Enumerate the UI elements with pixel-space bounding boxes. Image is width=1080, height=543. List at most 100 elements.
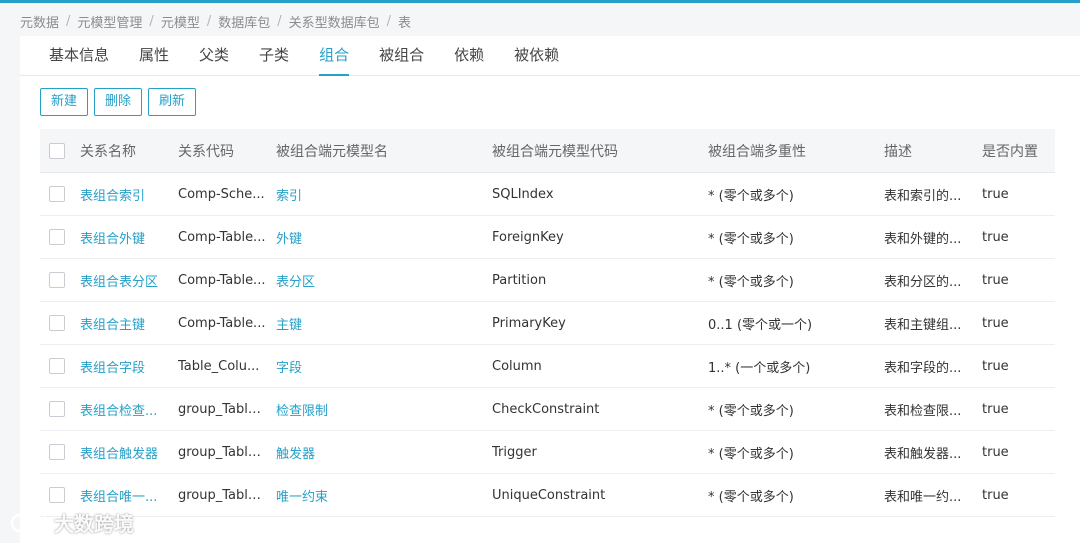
- cell-relation-name[interactable]: 表组合索引: [80, 185, 178, 204]
- cell-target-model-name[interactable]: 唯一约束: [276, 486, 492, 505]
- cell-relation-name[interactable]: 表组合主键: [80, 314, 178, 333]
- cell-relation-code: Comp-Table...: [178, 272, 266, 288]
- content-panel: 基本信息 属性 父类 子类 组合 被组合 依赖 被依赖 新建 删除 刷新 关系名…: [20, 36, 1080, 543]
- table-row[interactable]: 表组合检查... group_Table... 检查限制 CheckConstrain…: [40, 388, 1055, 431]
- cell-built-in: true: [982, 487, 1009, 503]
- row-checkbox[interactable]: [49, 444, 65, 460]
- cell-relation-name[interactable]: 表组合表分区: [80, 271, 178, 290]
- header-relation-code: 关系代码: [178, 143, 234, 160]
- row-checkbox[interactable]: [49, 315, 65, 331]
- tab-attributes[interactable]: 属性: [124, 35, 184, 75]
- cell-description: 表和检查限...: [884, 403, 962, 419]
- header-target-model-code: 被组合端元模型代码: [492, 143, 618, 160]
- row-checkbox[interactable]: [49, 487, 65, 503]
- table-row[interactable]: 表组合字段 Table_Colu... 字段 Column 1..* (一个或多个) 表和…: [40, 345, 1055, 388]
- row-checkbox-cell: [40, 315, 80, 331]
- cell-target-model-name[interactable]: 外键: [276, 228, 492, 247]
- watermark-text: 大数跨境: [54, 511, 134, 536]
- cell-multiplicity: * (零个或多个): [708, 489, 794, 505]
- header-multiplicity: 被组合端多重性: [708, 143, 806, 160]
- row-checkbox[interactable]: [49, 272, 65, 288]
- cell-multiplicity: * (零个或多个): [708, 403, 794, 419]
- breadcrumb: 元数据 / 元模型管理 / 元模型 / 数据库包 / 关系型数据库包 / 表: [20, 11, 411, 31]
- toolbar: 新建 删除 刷新: [40, 88, 197, 116]
- cell-multiplicity: * (零个或多个): [708, 188, 794, 204]
- row-checkbox-cell: [40, 358, 80, 374]
- row-checkbox[interactable]: [49, 358, 65, 374]
- table-header-row: 关系名称 关系代码 被组合端元模型名 被组合端元模型代码 被组合端多重性 描述 …: [40, 129, 1055, 173]
- cell-relation-name[interactable]: 表组合触发器: [80, 443, 178, 462]
- breadcrumb-separator: /: [66, 13, 71, 29]
- cell-target-model-name[interactable]: 字段: [276, 357, 492, 376]
- cell-multiplicity: 1..* (一个或多个): [708, 360, 811, 376]
- cell-description: 表和主键组...: [884, 317, 962, 333]
- table-row[interactable]: 表组合表分区 Comp-Table... 表分区 Partition * (零个或多个)…: [40, 259, 1055, 302]
- top-accent-bar: [0, 0, 1080, 3]
- tab-composition[interactable]: 组合: [304, 35, 364, 76]
- breadcrumb-item-current: 表: [398, 15, 412, 31]
- header-relation-name: 关系名称: [80, 143, 136, 160]
- breadcrumb-item-metadata[interactable]: 元数据: [20, 12, 59, 31]
- composition-table: 关系名称 关系代码 被组合端元模型名 被组合端元模型代码 被组合端多重性 描述 …: [40, 129, 1055, 517]
- row-checkbox-cell: [40, 186, 80, 202]
- header-built-in: 是否内置: [982, 143, 1038, 160]
- cell-relation-code: Comp-Table...: [178, 229, 266, 245]
- header-description: 描述: [884, 143, 912, 160]
- cell-relation-name[interactable]: 表组合字段: [80, 357, 178, 376]
- cell-target-model-name[interactable]: 检查限制: [276, 400, 492, 419]
- cell-relation-name[interactable]: 表组合外键: [80, 228, 178, 247]
- breadcrumb-item-metamodel-management[interactable]: 元模型管理: [77, 12, 142, 31]
- breadcrumb-item-database-package[interactable]: 数据库包: [218, 12, 270, 31]
- cell-description: 表和字段的...: [884, 360, 962, 376]
- cell-relation-code: Comp-Sche...: [178, 186, 265, 202]
- cell-target-model-code: CheckConstraint: [492, 401, 600, 417]
- tab-parent[interactable]: 父类: [184, 35, 244, 75]
- table-row[interactable]: 表组合唯一... group_Table... 唯一约束 UniqueConstrai…: [40, 474, 1055, 517]
- cell-multiplicity: 0..1 (零个或一个): [708, 317, 813, 333]
- tab-composed-by[interactable]: 被组合: [364, 35, 439, 75]
- cell-relation-code: Comp-Table...: [178, 315, 266, 331]
- cell-relation-code: group_Table...: [178, 487, 269, 503]
- cell-relation-code: Table_Colu...: [178, 358, 260, 374]
- cell-relation-name[interactable]: 表组合唯一...: [80, 486, 178, 505]
- new-button[interactable]: 新建: [40, 88, 89, 116]
- cell-relation-name[interactable]: 表组合检查...: [80, 400, 178, 419]
- cell-multiplicity: * (零个或多个): [708, 274, 794, 290]
- row-checkbox-cell: [40, 444, 80, 460]
- cell-target-model-code: ForeignKey: [492, 229, 564, 245]
- breadcrumb-item-metamodel[interactable]: 元模型: [161, 12, 200, 31]
- breadcrumb-item-relational-db-package[interactable]: 关系型数据库包: [289, 12, 380, 31]
- cell-relation-code: group_Table...: [178, 444, 269, 460]
- row-checkbox[interactable]: [49, 229, 65, 245]
- cell-target-model-name[interactable]: 索引: [276, 185, 492, 204]
- cell-target-model-code: PrimaryKey: [492, 315, 566, 331]
- cell-target-model-name[interactable]: 触发器: [276, 443, 492, 462]
- breadcrumb-separator: /: [149, 13, 154, 29]
- refresh-button[interactable]: 刷新: [148, 88, 197, 116]
- cell-built-in: true: [982, 358, 1009, 374]
- table-row[interactable]: 表组合主键 Comp-Table... 主键 PrimaryKey 0..1 (零个或一…: [40, 302, 1055, 345]
- cell-built-in: true: [982, 272, 1009, 288]
- tab-depended-by[interactable]: 被依赖: [499, 35, 574, 75]
- header-checkbox-cell: [40, 142, 80, 159]
- cell-target-model-code: SQLIndex: [492, 186, 554, 202]
- watermark-logo-icon: [10, 512, 46, 533]
- row-checkbox[interactable]: [49, 401, 65, 417]
- row-checkbox-cell: [40, 401, 80, 417]
- table-row[interactable]: 表组合外键 Comp-Table... 外键 ForeignKey * (零个或多个) 表…: [40, 216, 1055, 259]
- row-checkbox[interactable]: [49, 186, 65, 202]
- tab-dependency[interactable]: 依赖: [439, 35, 499, 75]
- table-row[interactable]: 表组合索引 Comp-Sche... 索引 SQLIndex * (零个或多个) 表和索引…: [40, 173, 1055, 216]
- table-row[interactable]: 表组合触发器 group_Table... 触发器 Trigger * (零个或多个) 表…: [40, 431, 1055, 474]
- breadcrumb-separator: /: [386, 13, 392, 29]
- cell-target-model-code: UniqueConstraint: [492, 487, 606, 503]
- select-all-checkbox[interactable]: [49, 142, 65, 159]
- cell-description: 表和触发器...: [884, 446, 962, 462]
- delete-button[interactable]: 删除: [94, 88, 143, 116]
- cell-description: 表和分区的...: [884, 274, 962, 290]
- tab-children[interactable]: 子类: [244, 35, 304, 75]
- cell-target-model-name[interactable]: 表分区: [276, 271, 492, 290]
- cell-target-model-name[interactable]: 主键: [276, 314, 492, 333]
- tab-basic-info[interactable]: 基本信息: [20, 35, 124, 75]
- cell-built-in: true: [982, 444, 1009, 460]
